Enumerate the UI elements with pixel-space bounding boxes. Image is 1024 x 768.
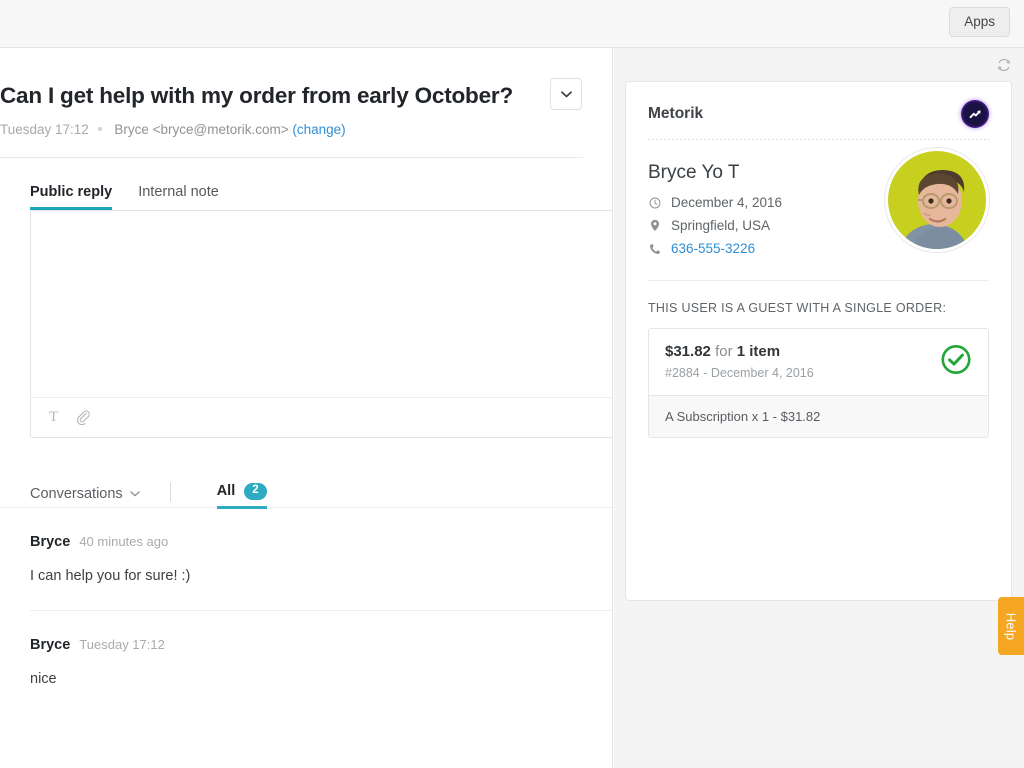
order-card[interactable]: $31.82 for 1 item #2884 - December 4, 20…: [648, 328, 989, 438]
user-avatar-image: [888, 151, 988, 251]
attachment-icon[interactable]: [76, 409, 90, 425]
conversation-sender: Bryce <bryce@metorik.com>: [114, 122, 288, 137]
order-item-count: 1 item: [737, 343, 780, 360]
chevron-down-icon: [130, 491, 140, 497]
filter-all-count-badge: 2: [244, 483, 266, 500]
editor-toolbar: T: [31, 397, 612, 437]
help-button[interactable]: Help: [998, 597, 1024, 655]
reply-tabs: Public reply Internal note: [30, 176, 582, 208]
toolbar-separator: [170, 482, 171, 502]
message-body: I can help you for sure! :): [30, 566, 613, 586]
avatar: [885, 148, 989, 252]
threads-section: Conversations All 2 Bryce 40 minutes ago…: [0, 478, 612, 714]
refresh-icon[interactable]: [996, 57, 1012, 78]
order-reference: #2884 - December 4, 2016: [665, 366, 972, 380]
orders-heading: THIS USER IS A GUEST WITH A SINGLE ORDER…: [648, 301, 989, 315]
apps-button[interactable]: Apps: [949, 7, 1010, 37]
help-button-label: Help: [1004, 612, 1019, 640]
customer-signup-date: December 4, 2016: [671, 195, 782, 210]
customer-sidebar: Metorik Bryce Yo T December 4, 2016: [614, 48, 1024, 768]
message-timestamp: Tuesday 17:12: [79, 637, 165, 652]
conversation-options-button[interactable]: [550, 78, 582, 110]
message-item[interactable]: Bryce Tuesday 17:12 nice: [30, 611, 613, 713]
map-pin-icon: [648, 219, 661, 232]
order-for-label: for: [715, 343, 733, 360]
metorik-app-card: Metorik Bryce Yo T December 4, 2016: [625, 81, 1012, 601]
message-header: Bryce 40 minutes ago: [30, 534, 613, 550]
tab-public-reply[interactable]: Public reply: [30, 184, 112, 208]
message-author: Bryce: [30, 637, 70, 653]
reply-input[interactable]: [31, 211, 612, 397]
change-sender-link[interactable]: (change): [292, 122, 345, 137]
meta-separator-dot: [98, 127, 102, 131]
reply-composer: Public reply Internal note T: [0, 158, 612, 438]
filter-all-label: All: [217, 483, 236, 499]
order-line-item: A Subscription x 1 - $31.82: [649, 395, 988, 437]
conversations-dropdown[interactable]: Conversations: [30, 486, 140, 508]
message-timestamp: 40 minutes ago: [79, 534, 168, 549]
message-body: nice: [30, 669, 613, 689]
reply-editor: T: [30, 210, 613, 438]
clock-icon: [648, 197, 661, 209]
conversation-header: Can I get help with my order from early …: [0, 48, 612, 157]
message-item[interactable]: Bryce 40 minutes ago I can help you for …: [30, 508, 613, 611]
conversation-time: Tuesday 17:12: [0, 122, 89, 137]
order-amount: $31.82: [665, 343, 711, 360]
metorik-logo-icon[interactable]: [961, 100, 989, 128]
customer-phone-link[interactable]: 636-555-3226: [671, 241, 755, 256]
conversation-meta: Tuesday 17:12 Bryce <bryce@metorik.com> …: [0, 121, 612, 139]
phone-icon: [648, 243, 661, 255]
order-title: $31.82 for 1 item: [665, 343, 972, 360]
threads-toolbar: Conversations All 2: [30, 478, 582, 508]
order-summary: $31.82 for 1 item #2884 - December 4, 20…: [649, 329, 988, 395]
conversation-panel: Can I get help with my order from early …: [0, 48, 613, 768]
page-title: Can I get help with my order from early …: [0, 82, 542, 109]
text-format-icon[interactable]: T: [49, 409, 58, 426]
conversations-dropdown-label: Conversations: [30, 486, 123, 502]
top-bar: Apps: [0, 0, 1024, 48]
customer-profile: Bryce Yo T December 4, 2016 S: [626, 140, 1011, 256]
tab-internal-note[interactable]: Internal note: [138, 184, 219, 208]
threads-toolbar-divider: [0, 507, 613, 508]
orders-section: THIS USER IS A GUEST WITH A SINGLE ORDER…: [626, 281, 1011, 438]
trending-up-icon: [968, 107, 983, 122]
customer-location: Springfield, USA: [671, 218, 770, 233]
app-name: Metorik: [648, 105, 703, 123]
chevron-down-icon: [561, 91, 572, 98]
message-header: Bryce Tuesday 17:12: [30, 637, 613, 653]
filter-all-tab[interactable]: All 2: [217, 483, 267, 508]
message-author: Bryce: [30, 534, 70, 550]
app-card-header: Metorik: [626, 82, 1011, 128]
check-circle-icon: [940, 344, 972, 381]
